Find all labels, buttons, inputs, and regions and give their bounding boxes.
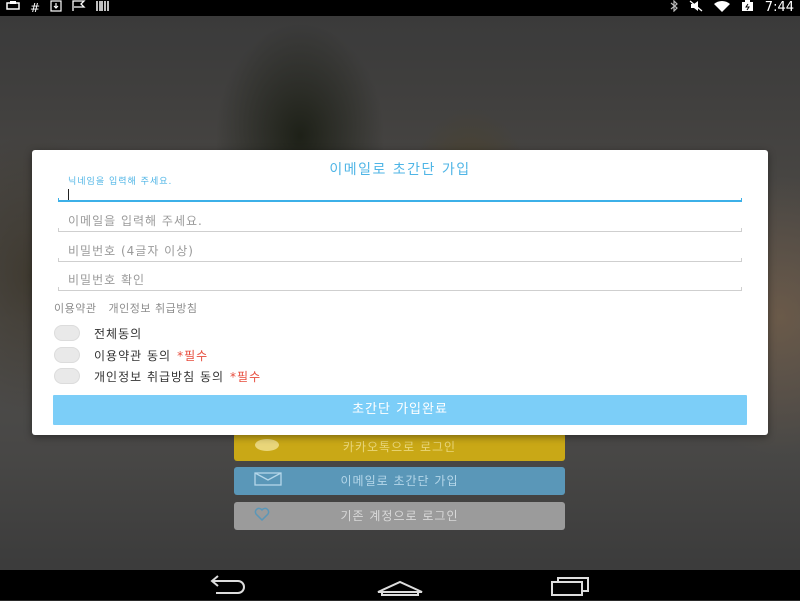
kakao-login-label: 카카오톡으로 로그인 xyxy=(342,440,457,454)
signup-complete-button[interactable]: 초간단 가입완료 xyxy=(53,395,747,425)
recent-apps-button[interactable] xyxy=(540,573,600,597)
agree-terms-checkbox[interactable]: 이용약관 동의 *필수 xyxy=(54,347,208,363)
back-arrow-icon xyxy=(210,575,245,594)
email-field[interactable]: 이메일을 입력해 주세요. xyxy=(58,212,742,232)
back-button[interactable] xyxy=(198,573,258,597)
existing-account-login-label: 기존 계정으로 로그인 xyxy=(340,509,459,523)
agree-privacy-toggle[interactable] xyxy=(54,368,80,384)
password-placeholder: 비밀번호 (4글자 이상) xyxy=(68,244,194,258)
required-mark: *필수 xyxy=(177,348,209,363)
chat-bubble-icon xyxy=(254,433,280,461)
email-signup-button[interactable]: 이메일로 초간단 가입 xyxy=(234,467,565,495)
navigation-bar xyxy=(0,570,800,600)
agree-all-toggle[interactable] xyxy=(54,325,80,341)
nickname-field[interactable]: 닉네임을 입력해 주세요. xyxy=(58,176,742,202)
agree-all-checkbox[interactable]: 전체동의 xyxy=(54,325,142,341)
heart-icon xyxy=(254,502,270,530)
email-underline xyxy=(58,228,742,232)
existing-account-login-button[interactable]: 기존 계정으로 로그인 xyxy=(234,502,565,530)
recent-apps-icon xyxy=(551,577,589,596)
barcode-icon xyxy=(96,0,110,16)
hash-icon: # xyxy=(30,1,41,15)
email-signup-dialog: 이메일로 초간단 가입 닉네임을 입력해 주세요. 이메일을 입력해 주세요. … xyxy=(32,150,768,435)
status-bar: # 7:44 xyxy=(0,0,800,16)
agree-terms-toggle[interactable] xyxy=(54,347,80,363)
email-signup-label: 이메일로 초간단 가입 xyxy=(340,474,459,488)
agree-terms-label: 이용약관 동의 xyxy=(94,348,172,363)
wifi-icon xyxy=(713,0,731,16)
mute-icon xyxy=(689,0,703,16)
download-icon xyxy=(50,0,62,16)
terms-of-service-link[interactable]: 이용약관 xyxy=(54,302,96,315)
password-confirm-placeholder: 비밀번호 확인 xyxy=(68,273,146,287)
password-field[interactable]: 비밀번호 (4글자 이상) xyxy=(58,242,742,262)
flag-icon xyxy=(72,0,86,16)
agree-privacy-checkbox[interactable]: 개인정보 취급방침 동의 *필수 xyxy=(54,368,261,384)
agree-privacy-label: 개인정보 취급방침 동의 xyxy=(94,369,225,384)
nickname-floating-label: 닉네임을 입력해 주세요. xyxy=(68,177,173,187)
privacy-policy-link[interactable]: 개인정보 취급방침 xyxy=(108,302,197,315)
agree-all-label: 전체동의 xyxy=(94,326,143,341)
status-time: 7:44 xyxy=(764,0,794,15)
email-placeholder: 이메일을 입력해 주세요. xyxy=(68,214,203,228)
password-confirm-underline xyxy=(58,287,742,291)
home-button[interactable] xyxy=(370,573,430,597)
kakao-login-button[interactable]: 카카오톡으로 로그인 xyxy=(234,433,565,461)
nickname-underline xyxy=(58,198,742,202)
required-mark: *필수 xyxy=(230,369,262,384)
envelope-icon xyxy=(254,467,282,495)
home-icon xyxy=(377,580,423,596)
battery-icon xyxy=(741,0,755,16)
terms-links: 이용약관 개인정보 취급방침 xyxy=(54,300,205,316)
password-underline xyxy=(58,258,742,262)
password-confirm-field[interactable]: 비밀번호 확인 xyxy=(58,271,742,291)
usb-icon xyxy=(6,0,20,16)
bluetooth-icon xyxy=(669,0,679,16)
